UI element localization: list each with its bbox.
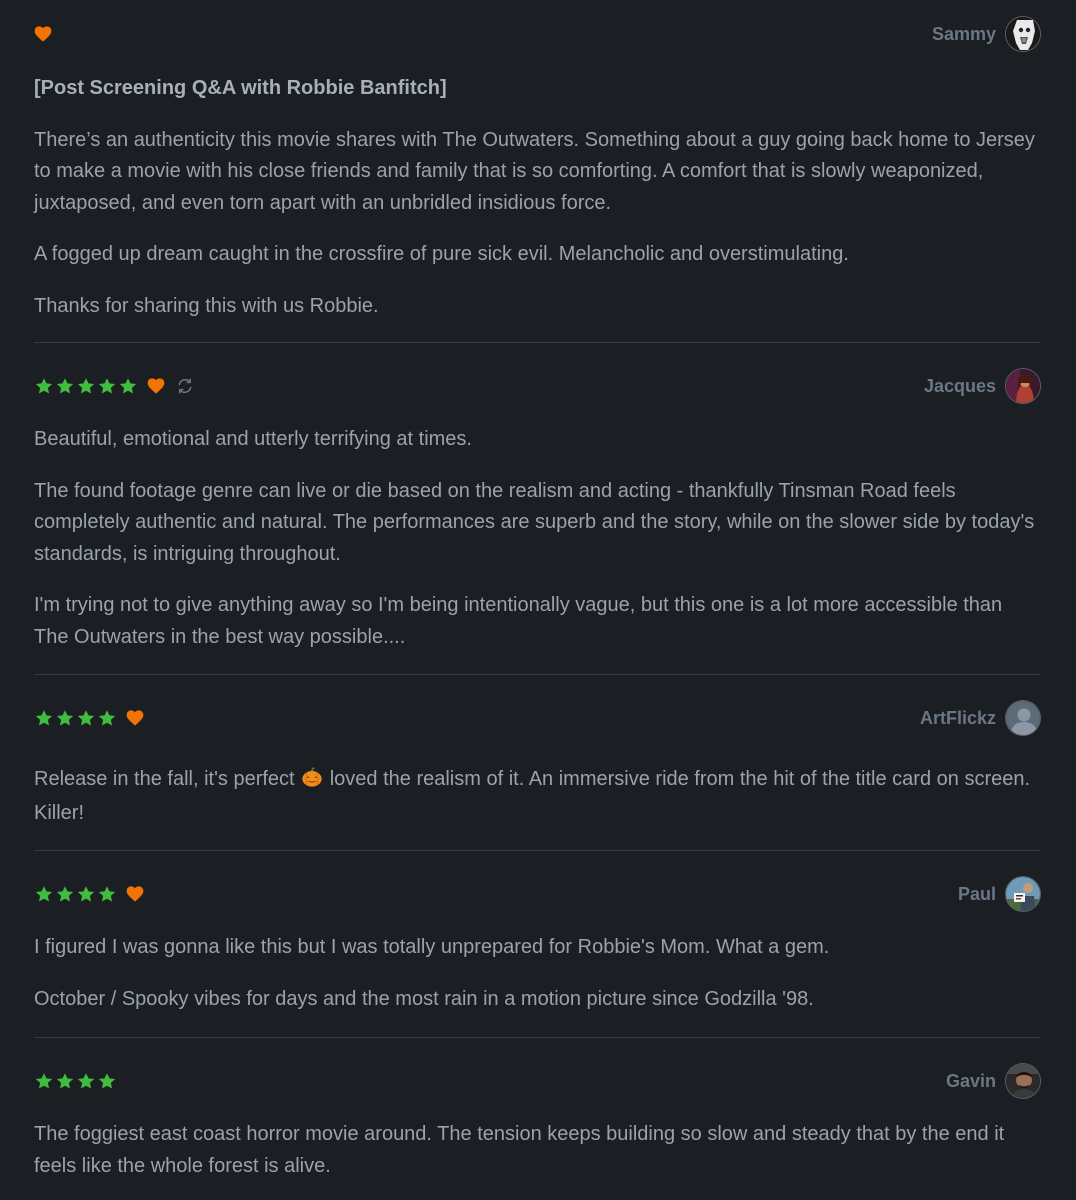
review-header: Gavin [34, 1061, 1041, 1101]
star-icon [56, 709, 74, 726]
liked-heart-icon [34, 26, 52, 42]
review-paragraph: Thanks for sharing this with us Robbie. [34, 294, 379, 317]
star-rating [34, 377, 138, 396]
avatar[interactable] [1005, 16, 1041, 52]
star-rating [34, 885, 117, 904]
author-name[interactable]: Sammy [932, 24, 996, 45]
review-item: Gavin The foggiest east coast horror mov… [34, 1061, 1041, 1182]
review-paragraph: A fogged up dream caught in the crossfir… [34, 243, 849, 265]
rewatch-icon [165, 377, 194, 395]
star-icon [56, 1072, 74, 1089]
star-icon [56, 885, 74, 902]
review-body: [Post Screening Q&A with Robbie Banfitch… [34, 73, 1041, 322]
author-name[interactable]: Jacques [924, 376, 996, 397]
review-paragraph: [Post Screening Q&A with Robbie Banfitch… [34, 77, 447, 99]
review-item: Sammy [Post Screening Q&A with Robbie Ba… [34, 14, 1041, 322]
review-rating [34, 874, 144, 914]
star-icon [119, 377, 137, 394]
review-item: Jacques Beautiful, emotional and utterly… [34, 366, 1041, 653]
review-author[interactable]: Sammy [932, 14, 1041, 54]
author-name[interactable]: Paul [958, 884, 996, 905]
star-icon [56, 377, 74, 394]
jack-o-lantern-emoji-icon [301, 766, 323, 788]
review-rating [34, 1061, 126, 1101]
star-icon [35, 377, 53, 394]
review-header: Sammy [34, 14, 1041, 54]
review-feed: Sammy [Post Screening Q&A with Robbie Ba… [0, 0, 1076, 1200]
review-body: Release in the fall, it's perfect loved … [34, 762, 1041, 830]
author-name[interactable]: Gavin [946, 1071, 996, 1092]
review-paragraph: There’s an authenticity this movie share… [34, 128, 1035, 214]
liked-heart-icon [126, 710, 144, 726]
review-paragraph: October / Spooky vibes for days and the … [34, 987, 814, 1010]
review-paragraph: I figured I was gonna like this but I wa… [34, 936, 830, 958]
review-divider [34, 850, 1041, 851]
avatar[interactable] [1005, 876, 1041, 912]
review-item: Paul I figured I was gonna like this but… [34, 874, 1041, 1015]
review-paragraph: I'm trying not to give anything away so … [34, 594, 1003, 648]
review-author[interactable]: Gavin [946, 1061, 1041, 1101]
review-rating [34, 366, 194, 406]
star-icon [77, 885, 95, 902]
review-author[interactable]: Jacques [924, 366, 1041, 406]
review-paragraph: The foggiest east coast horror movie aro… [34, 1123, 1005, 1177]
star-icon [77, 709, 95, 726]
liked-heart-icon [147, 378, 165, 394]
review-body: The foggiest east coast horror movie aro… [34, 1119, 1041, 1182]
review-author[interactable]: Paul [958, 874, 1041, 914]
review-header: ArtFlickz [34, 698, 1041, 738]
review-rating [34, 14, 52, 54]
star-icon [77, 377, 95, 394]
review-item: ArtFlickz Release in the fall, it's perf… [34, 698, 1041, 830]
review-author[interactable]: ArtFlickz [920, 698, 1041, 738]
avatar[interactable] [1005, 368, 1041, 404]
star-icon [98, 709, 116, 726]
review-header: Paul [34, 874, 1041, 914]
review-paragraph: The found footage genre can live or die … [34, 479, 1035, 565]
review-body: I figured I was gonna like this but I wa… [34, 932, 1041, 1015]
review-paragraph: Beautiful, emotional and utterly terrify… [34, 428, 472, 450]
review-divider [34, 1037, 1041, 1038]
avatar[interactable] [1005, 1063, 1041, 1099]
liked-heart-icon [126, 886, 144, 902]
review-divider [34, 674, 1041, 675]
review-divider [34, 342, 1041, 343]
review-rating [34, 698, 144, 738]
star-rating [34, 709, 117, 728]
star-rating [34, 1072, 117, 1091]
star-icon [35, 1072, 53, 1089]
review-body: Beautiful, emotional and utterly terrify… [34, 424, 1041, 653]
review-text: Release in the fall, it's perfect [34, 768, 301, 790]
star-icon [77, 1072, 95, 1089]
star-icon [35, 709, 53, 726]
avatar[interactable] [1005, 700, 1041, 736]
star-icon [35, 885, 53, 902]
review-header: Jacques [34, 366, 1041, 406]
star-icon [98, 377, 116, 394]
star-icon [98, 1072, 116, 1089]
review-paragraph: Release in the fall, it's perfect loved … [34, 762, 1041, 830]
star-icon [98, 885, 116, 902]
author-name[interactable]: ArtFlickz [920, 708, 996, 729]
